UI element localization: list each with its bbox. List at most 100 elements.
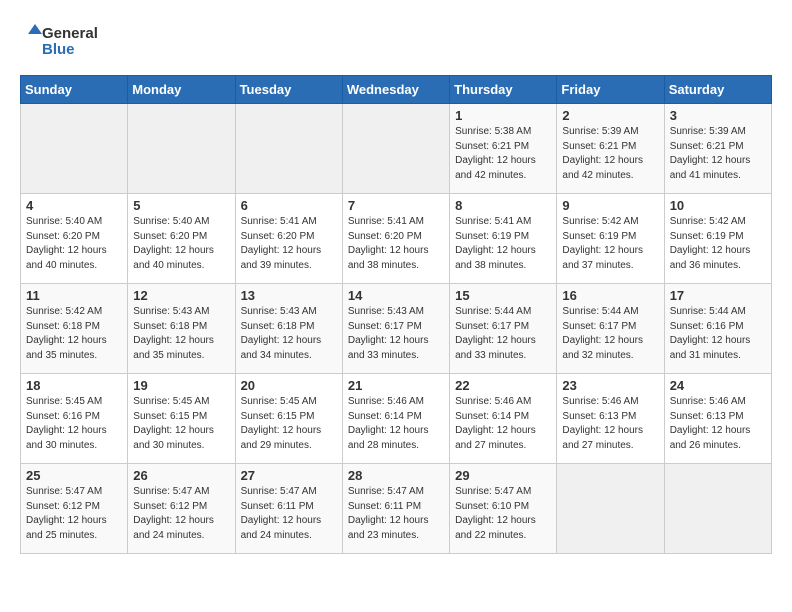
- day-info: Sunrise: 5:45 AMSunset: 6:15 PMDaylight:…: [241, 395, 337, 453]
- calendar-cell: 12 Sunrise: 5:43 AMSunset: 6:18 PMDayligh…: [128, 284, 235, 374]
- day-info: Sunrise: 5:45 AMSunset: 6:15 PMDaylight:…: [133, 395, 229, 453]
- day-number: 23: [562, 378, 658, 393]
- day-number: 22: [455, 378, 551, 393]
- day-info: Sunrise: 5:44 AMSunset: 6:17 PMDaylight:…: [455, 305, 551, 363]
- calendar-cell: 3 Sunrise: 5:39 AMSunset: 6:21 PMDaylight…: [664, 104, 771, 194]
- logo-svg: General Blue: [20, 20, 140, 65]
- calendar-cell: 11 Sunrise: 5:42 AMSunset: 6:18 PMDayligh…: [21, 284, 128, 374]
- calendar-cell: 5 Sunrise: 5:40 AMSunset: 6:20 PMDaylight…: [128, 194, 235, 284]
- calendar-cell: 21Sunrise: 5:46 AMSunset: 6:14 PMDayligh…: [342, 374, 449, 464]
- calendar-cell: [342, 104, 449, 194]
- day-info: Sunrise: 5:42 AMSunset: 6:19 PMDaylight:…: [670, 215, 766, 273]
- day-info: Sunrise: 5:41 AMSunset: 6:20 PMDaylight:…: [348, 215, 444, 273]
- weekday-header: Saturday: [664, 76, 771, 104]
- day-number: 26: [133, 468, 229, 483]
- day-number: 5: [133, 198, 229, 213]
- calendar-week-row: 25Sunrise: 5:47 AMSunset: 6:12 PMDayligh…: [21, 464, 772, 554]
- day-number: 15: [455, 288, 551, 303]
- day-number: 3: [670, 108, 766, 123]
- day-info: Sunrise: 5:47 AMSunset: 6:10 PMDaylight:…: [455, 485, 551, 543]
- calendar-cell: 20 Sunrise: 5:45 AMSunset: 6:15 PMDayligh…: [235, 374, 342, 464]
- calendar-cell: 28 Sunrise: 5:47 AMSunset: 6:11 PMDayligh…: [342, 464, 449, 554]
- day-number: 6: [241, 198, 337, 213]
- calendar-cell: 1 Sunrise: 5:38 AMSunset: 6:21 PMDaylight…: [450, 104, 557, 194]
- calendar-cell: [235, 104, 342, 194]
- calendar-week-row: 4 Sunrise: 5:40 AMSunset: 6:20 PMDaylight…: [21, 194, 772, 284]
- day-number: 11: [26, 288, 122, 303]
- day-info: Sunrise: 5:46 AMSunset: 6:13 PMDaylight:…: [562, 395, 658, 453]
- day-info: Sunrise: 5:46 AMSunset: 6:14 PMDaylight:…: [455, 395, 551, 453]
- weekday-header: Friday: [557, 76, 664, 104]
- svg-text:Blue: Blue: [42, 41, 75, 58]
- calendar-week-row: 1 Sunrise: 5:38 AMSunset: 6:21 PMDaylight…: [21, 104, 772, 194]
- day-info: Sunrise: 5:45 AMSunset: 6:16 PMDaylight:…: [26, 395, 122, 453]
- weekday-header: Tuesday: [235, 76, 342, 104]
- day-info: Sunrise: 5:47 AMSunset: 6:12 PMDaylight:…: [26, 485, 122, 543]
- day-info: Sunrise: 5:41 AMSunset: 6:20 PMDaylight:…: [241, 215, 337, 273]
- calendar-cell: 23 Sunrise: 5:46 AMSunset: 6:13 PMDayligh…: [557, 374, 664, 464]
- calendar-cell: 22 Sunrise: 5:46 AMSunset: 6:14 PMDayligh…: [450, 374, 557, 464]
- day-info: Sunrise: 5:46 AMSunset: 6:14 PMDaylight:…: [348, 395, 444, 453]
- calendar-cell: [664, 464, 771, 554]
- calendar-week-row: 18Sunrise: 5:45 AMSunset: 6:16 PMDayligh…: [21, 374, 772, 464]
- calendar-cell: 16 Sunrise: 5:44 AMSunset: 6:17 PMDayligh…: [557, 284, 664, 374]
- day-info: Sunrise: 5:43 AMSunset: 6:17 PMDaylight:…: [348, 305, 444, 363]
- day-number: 9: [562, 198, 658, 213]
- day-info: Sunrise: 5:40 AMSunset: 6:20 PMDaylight:…: [26, 215, 122, 273]
- weekday-header-row: SundayMondayTuesdayWednesdayThursdayFrid…: [21, 76, 772, 104]
- calendar-cell: 17 Sunrise: 5:44 AMSunset: 6:16 PMDayligh…: [664, 284, 771, 374]
- calendar-week-row: 11 Sunrise: 5:42 AMSunset: 6:18 PMDayligh…: [21, 284, 772, 374]
- day-info: Sunrise: 5:44 AMSunset: 6:17 PMDaylight:…: [562, 305, 658, 363]
- day-number: 8: [455, 198, 551, 213]
- day-number: 20: [241, 378, 337, 393]
- calendar-cell: 6 Sunrise: 5:41 AMSunset: 6:20 PMDaylight…: [235, 194, 342, 284]
- day-number: 1: [455, 108, 551, 123]
- svg-text:General: General: [42, 25, 98, 42]
- day-number: 14: [348, 288, 444, 303]
- calendar-cell: 27 Sunrise: 5:47 AMSunset: 6:11 PMDayligh…: [235, 464, 342, 554]
- calendar-cell: 15 Sunrise: 5:44 AMSunset: 6:17 PMDayligh…: [450, 284, 557, 374]
- logo: General Blue: [20, 20, 140, 65]
- calendar-cell: 25Sunrise: 5:47 AMSunset: 6:12 PMDayligh…: [21, 464, 128, 554]
- day-info: Sunrise: 5:43 AMSunset: 6:18 PMDaylight:…: [241, 305, 337, 363]
- day-number: 4: [26, 198, 122, 213]
- day-info: Sunrise: 5:44 AMSunset: 6:16 PMDaylight:…: [670, 305, 766, 363]
- day-info: Sunrise: 5:39 AMSunset: 6:21 PMDaylight:…: [670, 125, 766, 183]
- day-info: Sunrise: 5:40 AMSunset: 6:20 PMDaylight:…: [133, 215, 229, 273]
- calendar-cell: 8 Sunrise: 5:41 AMSunset: 6:19 PMDaylight…: [450, 194, 557, 284]
- calendar-table: SundayMondayTuesdayWednesdayThursdayFrid…: [20, 75, 772, 554]
- day-number: 7: [348, 198, 444, 213]
- day-info: Sunrise: 5:43 AMSunset: 6:18 PMDaylight:…: [133, 305, 229, 363]
- calendar-cell: 2Sunrise: 5:39 AMSunset: 6:21 PMDaylight…: [557, 104, 664, 194]
- calendar-cell: 24 Sunrise: 5:46 AMSunset: 6:13 PMDayligh…: [664, 374, 771, 464]
- page-header: General Blue: [20, 20, 772, 65]
- day-number: 28: [348, 468, 444, 483]
- calendar-cell: 10Sunrise: 5:42 AMSunset: 6:19 PMDayligh…: [664, 194, 771, 284]
- day-info: Sunrise: 5:46 AMSunset: 6:13 PMDaylight:…: [670, 395, 766, 453]
- calendar-cell: 4 Sunrise: 5:40 AMSunset: 6:20 PMDaylight…: [21, 194, 128, 284]
- calendar-cell: 18Sunrise: 5:45 AMSunset: 6:16 PMDayligh…: [21, 374, 128, 464]
- calendar-cell: 7 Sunrise: 5:41 AMSunset: 6:20 PMDaylight…: [342, 194, 449, 284]
- day-info: Sunrise: 5:41 AMSunset: 6:19 PMDaylight:…: [455, 215, 551, 273]
- day-number: 24: [670, 378, 766, 393]
- day-number: 16: [562, 288, 658, 303]
- calendar-cell: 19 Sunrise: 5:45 AMSunset: 6:15 PMDayligh…: [128, 374, 235, 464]
- day-number: 12: [133, 288, 229, 303]
- weekday-header: Thursday: [450, 76, 557, 104]
- day-info: Sunrise: 5:47 AMSunset: 6:11 PMDaylight:…: [241, 485, 337, 543]
- day-number: 29: [455, 468, 551, 483]
- day-number: 13: [241, 288, 337, 303]
- day-info: Sunrise: 5:47 AMSunset: 6:11 PMDaylight:…: [348, 485, 444, 543]
- day-info: Sunrise: 5:38 AMSunset: 6:21 PMDaylight:…: [455, 125, 551, 183]
- day-number: 17: [670, 288, 766, 303]
- day-info: Sunrise: 5:42 AMSunset: 6:19 PMDaylight:…: [562, 215, 658, 273]
- calendar-cell: [557, 464, 664, 554]
- weekday-header: Monday: [128, 76, 235, 104]
- day-number: 19: [133, 378, 229, 393]
- calendar-cell: 13 Sunrise: 5:43 AMSunset: 6:18 PMDayligh…: [235, 284, 342, 374]
- calendar-cell: 9 Sunrise: 5:42 AMSunset: 6:19 PMDaylight…: [557, 194, 664, 284]
- day-info: Sunrise: 5:42 AMSunset: 6:18 PMDaylight:…: [26, 305, 122, 363]
- day-info: Sunrise: 5:39 AMSunset: 6:21 PMDaylight:…: [562, 125, 658, 183]
- day-number: 27: [241, 468, 337, 483]
- calendar-cell: [21, 104, 128, 194]
